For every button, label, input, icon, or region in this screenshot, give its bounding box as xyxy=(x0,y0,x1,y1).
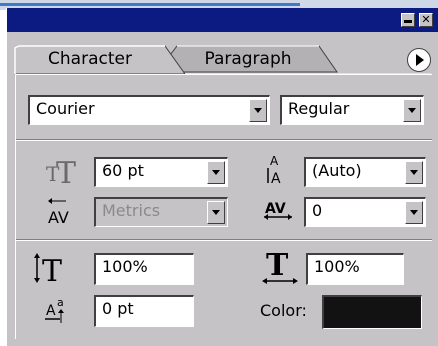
kerning-value: Metrics xyxy=(102,201,161,220)
minimize-button[interactable] xyxy=(401,13,415,27)
tab-paragraph[interactable]: Paragraph xyxy=(179,46,317,72)
vertical-scale-icon: T xyxy=(32,251,76,285)
kerning-icon: AV xyxy=(46,195,80,227)
palette-titlebar[interactable]: ✕ xyxy=(7,8,438,32)
tab-paragraph-label: Paragraph xyxy=(204,49,292,69)
leading-dropdown-button[interactable] xyxy=(405,161,423,184)
svg-text:T: T xyxy=(42,254,62,285)
font-size-dropdown-button[interactable] xyxy=(207,161,225,184)
palette-menu-button[interactable] xyxy=(407,48,431,72)
tracking-dropdown-button[interactable] xyxy=(405,201,423,224)
vertical-scale-value: 100% xyxy=(102,257,148,276)
leading-value: (Auto) xyxy=(312,161,362,180)
leading-icon: A A xyxy=(264,153,294,187)
baseline-shift-icon: A a xyxy=(44,293,80,325)
menu-arrow-icon xyxy=(416,54,424,66)
chevron-down-icon xyxy=(254,108,262,113)
font-size-icon: T T xyxy=(44,155,84,185)
tracking-input[interactable]: 0 xyxy=(304,197,426,227)
tab-character-label: Character xyxy=(48,49,132,69)
chevron-down-icon xyxy=(212,170,220,175)
font-size-input[interactable]: 60 pt xyxy=(94,157,228,187)
vertical-scale-input[interactable]: 100% xyxy=(94,253,194,285)
divider xyxy=(16,239,432,241)
desktop-window-edge xyxy=(0,3,300,6)
tracking-icon: AV xyxy=(262,195,296,227)
horizontal-scale-value: 100% xyxy=(314,257,360,276)
color-swatch[interactable] xyxy=(322,295,422,329)
chevron-down-icon xyxy=(410,210,418,215)
close-button[interactable]: ✕ xyxy=(419,13,433,27)
svg-text:a: a xyxy=(57,296,64,309)
svg-text:T: T xyxy=(56,156,76,185)
baseline-shift-value: 0 pt xyxy=(102,299,134,318)
kerning-dropdown-button[interactable] xyxy=(207,201,225,224)
close-icon: ✕ xyxy=(421,13,431,26)
font-size-value: 60 pt xyxy=(102,161,144,180)
font-family-value: Courier xyxy=(36,99,95,118)
font-style-select[interactable]: Regular xyxy=(280,95,424,125)
svg-text:A: A xyxy=(271,171,281,187)
tab-row: Character Paragraph xyxy=(7,32,438,80)
font-style-dropdown-button[interactable] xyxy=(403,99,421,122)
baseline-shift-input[interactable]: 0 pt xyxy=(94,295,194,327)
divider xyxy=(16,139,432,141)
font-family-select[interactable]: Courier xyxy=(28,95,270,125)
svg-text:A: A xyxy=(46,303,56,319)
svg-text:AV: AV xyxy=(265,201,286,217)
chevron-down-icon xyxy=(408,108,416,113)
character-palette: ✕ Character Paragraph Courier Regular T … xyxy=(6,8,438,346)
character-panel: Courier Regular T T 60 pt A A (Auto) AV … xyxy=(15,74,432,339)
svg-text:AV: AV xyxy=(48,208,69,227)
horizontal-scale-icon: T xyxy=(260,249,304,287)
tab-character[interactable]: Character xyxy=(15,46,165,72)
color-label: Color: xyxy=(260,301,307,320)
font-style-value: Regular xyxy=(288,99,350,118)
chevron-down-icon xyxy=(410,170,418,175)
kerning-input[interactable]: Metrics xyxy=(94,197,228,227)
chevron-down-icon xyxy=(212,210,220,215)
svg-text:T: T xyxy=(266,249,289,283)
leading-input[interactable]: (Auto) xyxy=(304,157,426,187)
svg-text:A: A xyxy=(270,154,279,168)
font-family-dropdown-button[interactable] xyxy=(249,99,267,122)
tracking-value: 0 xyxy=(312,201,323,220)
horizontal-scale-input[interactable]: 100% xyxy=(306,253,404,285)
